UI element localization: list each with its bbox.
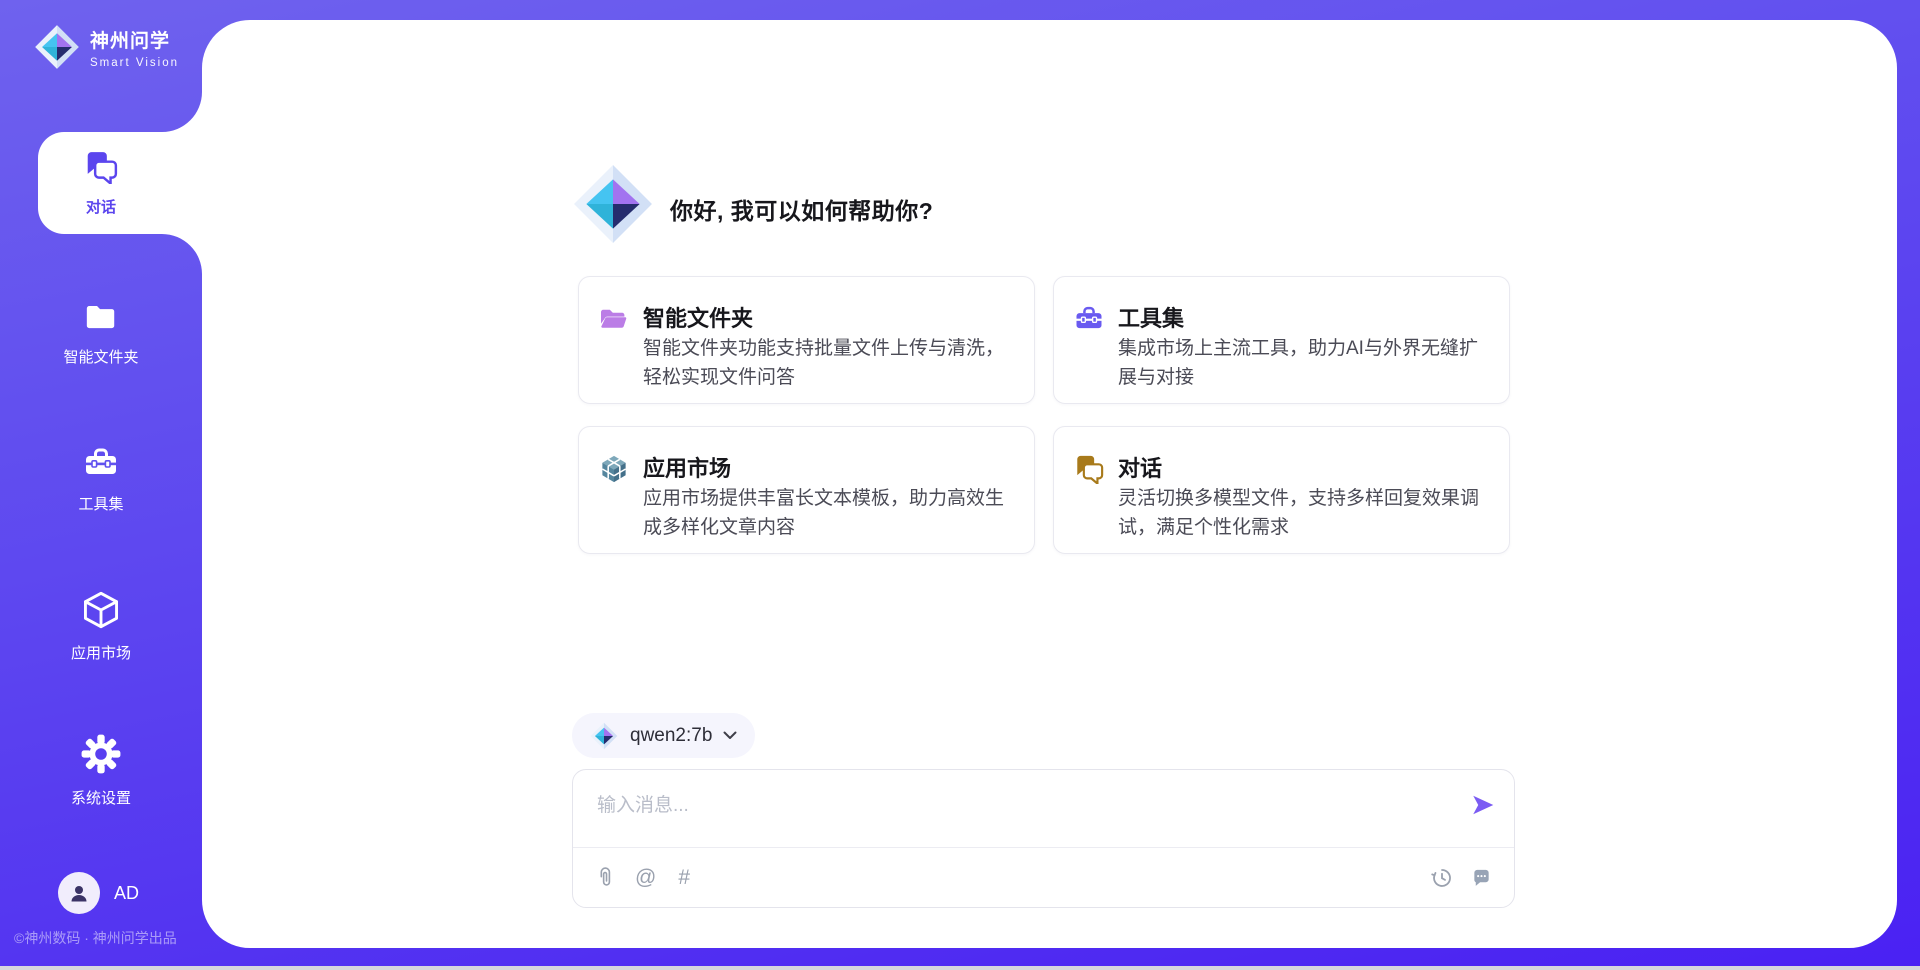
card-smart-folder[interactable]: 智能文件夹 智能文件夹功能支持批量文件上传与清洗，轻松实现文件问答: [578, 276, 1035, 404]
diamond-logo-icon: [590, 722, 618, 750]
person-icon: [67, 881, 91, 905]
chat-icon: [84, 150, 118, 184]
sidebar-item-label: 对话: [86, 196, 116, 217]
card-app-market[interactable]: 应用市场 应用市场提供丰富长文本模板，助力高效生成多样化文章内容: [578, 426, 1035, 554]
user-initials: AD: [114, 883, 139, 904]
sidebar-item-tools[interactable]: 工具集: [0, 445, 202, 514]
sidebar-item-label: 智能文件夹: [63, 346, 138, 367]
brand: 神州问学 Smart Vision: [34, 24, 179, 70]
avatar: [58, 872, 100, 914]
sidebar-item-chat[interactable]: 对话: [0, 150, 202, 217]
chevron-down-icon: [723, 731, 737, 740]
composer-toolbar: @ #: [573, 848, 1514, 907]
message-icon[interactable]: [1471, 867, 1492, 888]
tab-fillet-top: [162, 92, 202, 132]
folder-icon: [84, 300, 118, 334]
card-title: 智能文件夹: [643, 301, 753, 333]
gear-icon: [80, 733, 122, 775]
card-description: 应用市场提供丰富长文本模板，助力高效生成多样化文章内容: [643, 484, 1016, 542]
sidebar-item-label: 系统设置: [71, 787, 131, 808]
sidebar-item-market[interactable]: 应用市场: [0, 590, 202, 663]
cube-icon: [81, 590, 121, 630]
brand-tagline: Smart Vision: [90, 57, 179, 69]
sidebar-item-label: 工具集: [78, 493, 123, 514]
window-bottom-strip: [0, 966, 1920, 970]
toolbox-icon: [83, 445, 119, 481]
folder-open-icon: [599, 304, 629, 330]
copyright: ©神州数码 · 神州问学出品: [14, 928, 177, 948]
message-composer: @ #: [572, 769, 1515, 908]
diamond-logo-icon: [34, 24, 80, 70]
diamond-logo-icon: [572, 163, 654, 245]
paperclip-icon[interactable]: [595, 866, 613, 890]
sidebar-item-folders[interactable]: 智能文件夹: [0, 300, 202, 367]
user-profile[interactable]: AD: [58, 872, 139, 914]
send-icon: [1470, 792, 1496, 818]
greeting-title: 你好, 我可以如何帮助你?: [670, 192, 933, 226]
card-title: 应用市场: [643, 451, 731, 483]
brand-name: 神州问学: [90, 26, 179, 53]
sidebar-item-settings[interactable]: 系统设置: [0, 733, 202, 808]
tab-fillet-bottom: [162, 234, 202, 274]
card-description: 灵活切换多模型文件，支持多样回复效果调试，满足个性化需求: [1118, 484, 1491, 542]
at-icon[interactable]: @: [635, 867, 656, 888]
card-description: 集成市场上主流工具，助力AI与外界无缝扩展与对接: [1118, 334, 1491, 392]
model-selector[interactable]: qwen2:7b: [572, 713, 755, 758]
toolbox-icon: [1074, 304, 1104, 334]
hash-icon[interactable]: #: [678, 867, 690, 888]
sidebar-item-label: 应用市场: [71, 642, 131, 663]
chat-icon: [1074, 454, 1104, 484]
card-title: 对话: [1118, 451, 1162, 483]
card-toolset[interactable]: 工具集 集成市场上主流工具，助力AI与外界无缝扩展与对接: [1053, 276, 1510, 404]
model-name: qwen2:7b: [630, 725, 712, 747]
card-title: 工具集: [1118, 301, 1184, 333]
message-input[interactable]: [573, 770, 1514, 840]
history-icon[interactable]: [1431, 867, 1453, 889]
card-chat[interactable]: 对话 灵活切换多模型文件，支持多样回复效果调试，满足个性化需求: [1053, 426, 1510, 554]
send-button[interactable]: [1470, 792, 1496, 818]
card-description: 智能文件夹功能支持批量文件上传与清洗，轻松实现文件问答: [643, 334, 1016, 392]
grid-cube-icon: [599, 454, 629, 484]
feature-cards: 智能文件夹 智能文件夹功能支持批量文件上传与清洗，轻松实现文件问答 工具集 集成…: [578, 276, 1510, 554]
